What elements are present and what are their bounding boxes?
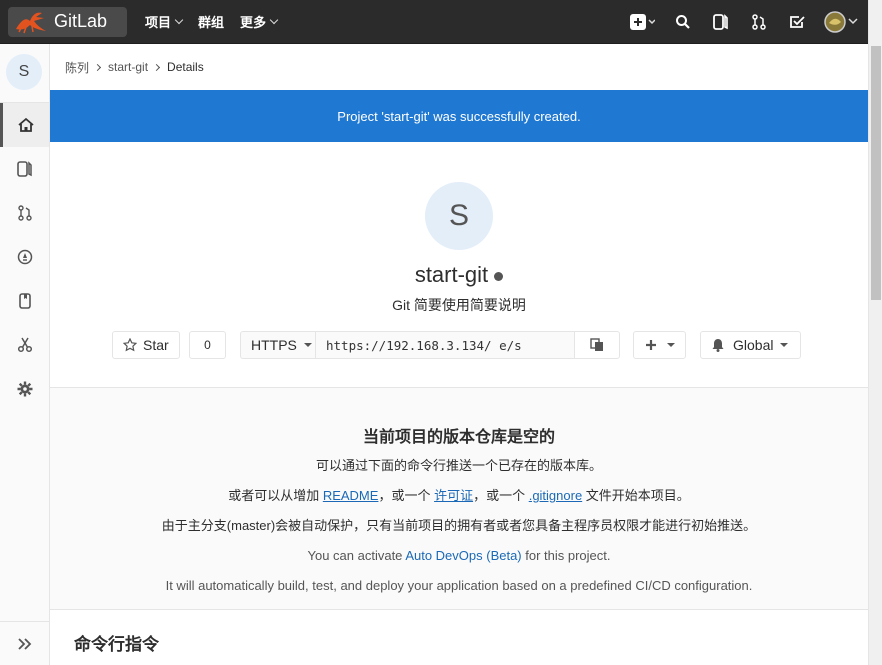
repository-icon — [16, 161, 32, 177]
auto-devops-description: It will automatically build, test, and d… — [165, 578, 753, 593]
merge-requests-button[interactable] — [740, 0, 778, 44]
main-menu: 项目 群组 更多 — [145, 12, 293, 31]
merge-request-icon — [17, 205, 32, 221]
sidebar-item-snippets[interactable] — [0, 323, 49, 367]
project-name: start-git — [414, 262, 489, 287]
double-chevron-right-icon — [17, 637, 31, 650]
clone-protocol-dropdown[interactable]: HTTPS — [240, 331, 316, 359]
project-sidebar: S — [0, 44, 50, 665]
empty-repo-add-file-hint: 或者可以从增加 README，或一个 许可证，或一个 .gitignore 文件… — [50, 481, 868, 511]
issues-button[interactable] — [702, 0, 740, 44]
hint-text-b: ，或一个 — [378, 488, 435, 503]
menu-projects[interactable]: 项目 — [145, 12, 184, 31]
clone-url-input[interactable]: https://192.168.3.134/ e/s — [315, 331, 575, 359]
license-link[interactable]: 许可证 — [434, 488, 473, 503]
breadcrumb: 陈列 start-git Details — [50, 44, 868, 90]
project-title: start-git — [50, 262, 868, 288]
bell-icon — [712, 339, 724, 352]
home-icon — [18, 117, 34, 132]
nav-right-icons — [620, 0, 868, 44]
star-icon — [123, 338, 137, 352]
protected-branch-hint: 由于主分支(master)会被自动保护，只有当前项目的拥有者或者您具备主程序员权… — [161, 518, 757, 533]
empty-repository-panel: 当前项目的版本仓库是空的 可以通过下面的命令行推送一个已存在的版本库。 或者可以… — [50, 388, 868, 610]
public-visibility-icon — [494, 272, 504, 281]
menu-groups[interactable]: 群组 — [198, 12, 224, 31]
sidebar-item-project-overview[interactable] — [0, 103, 49, 147]
caret-down-icon — [303, 343, 312, 347]
notification-label: Global — [733, 337, 774, 353]
todos-button[interactable] — [778, 0, 816, 44]
scrollbar-thumb[interactable] — [871, 46, 881, 300]
chevron-down-icon — [174, 15, 184, 24]
gitlab-logo-icon — [16, 12, 46, 33]
user-avatar-icon — [824, 11, 858, 33]
menu-groups-label: 群组 — [198, 15, 225, 30]
copy-icon — [590, 338, 603, 351]
brand-name: GitLab — [54, 11, 108, 31]
auto-devops-hint: You can activate Auto DevOps (Beta) for … — [50, 541, 868, 571]
top-navbar: GitLab 项目 群组 更多 — [0, 0, 868, 44]
user-menu[interactable] — [816, 0, 868, 44]
copy-url-button[interactable] — [574, 331, 620, 359]
sidebar-item-settings[interactable] — [0, 367, 49, 411]
issues-icon — [713, 14, 728, 30]
collapse-sidebar-button[interactable] — [0, 621, 49, 665]
star-count[interactable]: 0 — [189, 331, 226, 359]
project-description: Git 简要使用简要说明 — [392, 297, 526, 313]
caret-down-icon — [666, 343, 675, 347]
search-icon — [676, 15, 690, 29]
empty-repo-title: 当前项目的版本仓库是空的 — [362, 429, 555, 446]
readme-link[interactable]: README — [323, 488, 379, 503]
plus-icon — [645, 340, 656, 350]
page-scrollbar[interactable] — [868, 0, 882, 665]
devops-text-a: You can activate — [307, 548, 406, 563]
hint-text-c: ，或一个 — [473, 488, 529, 503]
flash-notice: Project 'start-git' was successfully cre… — [50, 90, 868, 142]
add-file-dropdown[interactable] — [633, 331, 686, 359]
book-icon — [18, 293, 31, 309]
chevron-right-icon — [152, 63, 161, 71]
breadcrumb-project[interactable]: start-git — [108, 60, 148, 74]
command-line-instructions-title: 命令行指令 — [74, 635, 159, 654]
empty-repo-push-hint: 可以通过下面的命令行推送一个已存在的版本库。 — [315, 458, 602, 473]
hint-text-a: 或者可以从增加 — [228, 488, 323, 503]
notification-dropdown[interactable]: Global — [700, 331, 801, 359]
sidebar-item-repository[interactable] — [0, 147, 49, 191]
plus-square-icon — [630, 14, 655, 30]
scissors-icon — [17, 337, 32, 353]
star-label: Star — [143, 337, 169, 353]
caret-down-icon — [780, 343, 789, 347]
auto-devops-link[interactable]: Auto DevOps (Beta) — [405, 548, 521, 563]
menu-more[interactable]: 更多 — [240, 12, 279, 31]
project-avatar: S — [425, 182, 493, 250]
breadcrumb-namespace[interactable]: 陈列 — [65, 59, 89, 76]
gitignore-link[interactable]: .gitignore — [529, 488, 582, 503]
main-content: 陈列 start-git Details Project 'start-git'… — [50, 44, 868, 665]
menu-projects-label: 项目 — [145, 15, 172, 30]
clone-protocol-label: HTTPS — [251, 337, 297, 353]
merge-request-icon — [752, 14, 766, 30]
menu-more-label: 更多 — [240, 15, 267, 30]
new-item-dropdown[interactable] — [620, 0, 664, 44]
sidebar-item-ci-cd[interactable] — [0, 235, 49, 279]
todo-check-icon — [790, 16, 805, 28]
rocket-icon — [17, 249, 32, 265]
chevron-right-icon — [93, 63, 102, 71]
gitlab-home-link[interactable]: GitLab — [8, 6, 127, 37]
search-button[interactable] — [664, 0, 702, 44]
sidebar-project-avatar[interactable]: S — [6, 54, 42, 90]
star-button[interactable]: Star — [112, 331, 180, 359]
gear-icon — [17, 381, 32, 397]
breadcrumb-current[interactable]: Details — [167, 60, 204, 74]
hint-text-d: 文件开始本项目。 — [582, 488, 690, 503]
devops-text-b: for this project. — [521, 548, 611, 563]
sidebar-item-merge-requests[interactable] — [0, 191, 49, 235]
project-home-panel: S start-git Git 简要使用简要说明 Star 0 HTTPS ht… — [50, 142, 868, 388]
chevron-down-icon — [269, 15, 279, 24]
sidebar-item-wiki[interactable] — [0, 279, 49, 323]
